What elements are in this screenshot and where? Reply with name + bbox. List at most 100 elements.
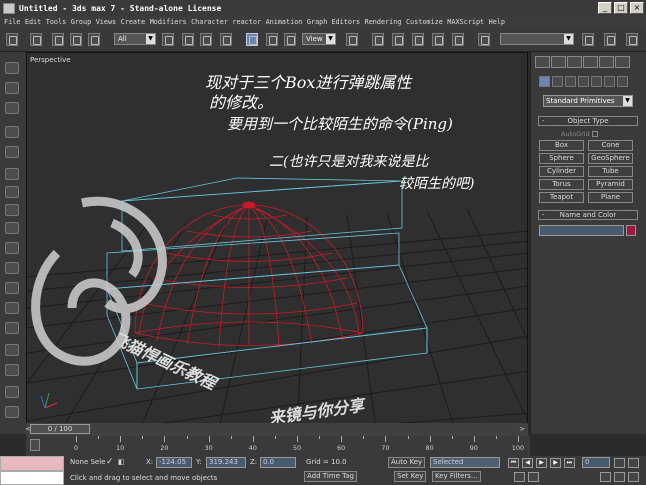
tool-icon-13[interactable]: [5, 302, 19, 314]
play-icon[interactable]: ▶: [536, 458, 547, 468]
tool-icon-5[interactable]: [5, 146, 19, 158]
name-and-color-rollout[interactable]: - Name and Color: [538, 210, 638, 220]
key-filters-button[interactable]: Key Filters...: [432, 471, 481, 482]
open-mini-curve-editor-icon[interactable]: [30, 439, 40, 451]
set-key-button[interactable]: Set Key: [394, 471, 427, 482]
menu-file[interactable]: File: [4, 18, 20, 26]
menu-customize[interactable]: Customize: [406, 18, 443, 26]
reference-coordinate-dropdown[interactable]: View ▼: [302, 33, 336, 45]
tool-icon-9[interactable]: [5, 222, 19, 234]
selection-filter-dropdown[interactable]: All ▼: [114, 33, 156, 45]
motion-tab-icon[interactable]: [583, 56, 598, 68]
time-configuration-icon[interactable]: [528, 472, 539, 482]
object-name-field[interactable]: [539, 225, 624, 236]
named-selection-icon[interactable]: [478, 33, 490, 46]
y-coordinate-field[interactable]: 319.243: [206, 457, 246, 468]
key-mode-toggle-icon[interactable]: [514, 472, 525, 482]
percent-snap-icon[interactable]: [432, 33, 444, 46]
bind-spacewarp-icon[interactable]: [88, 33, 100, 46]
select-by-name-icon[interactable]: [182, 33, 194, 46]
rectangular-selection-icon[interactable]: [200, 33, 212, 46]
unlink-icon[interactable]: [70, 33, 82, 46]
object-color-swatch[interactable]: [626, 225, 636, 236]
zoom-icon[interactable]: [614, 458, 625, 468]
menu-tools[interactable]: Tools: [46, 18, 66, 26]
tool-icon-1[interactable]: [5, 62, 19, 74]
geometry-icon[interactable]: [539, 76, 550, 87]
arc-rotate-icon[interactable]: [628, 472, 639, 482]
menu-maxscript[interactable]: MAXScript: [447, 18, 484, 26]
undo-icon[interactable]: [6, 33, 18, 46]
zoom-extents-icon[interactable]: [600, 472, 611, 482]
menu-views[interactable]: Views: [96, 18, 116, 26]
systems-icon[interactable]: [617, 76, 628, 87]
tool-icon-11[interactable]: [5, 262, 19, 274]
window-crossing-icon[interactable]: [220, 33, 232, 46]
menu-character[interactable]: Character: [191, 18, 228, 26]
mirror-icon[interactable]: [582, 33, 594, 46]
prev-frame-icon[interactable]: <: [24, 424, 32, 434]
zoom-all-icon[interactable]: [628, 458, 639, 468]
redo-icon[interactable]: [30, 33, 42, 46]
tool-icon-6[interactable]: [5, 168, 19, 180]
tool-icon-18[interactable]: [5, 406, 19, 418]
tool-icon-2[interactable]: [5, 82, 19, 94]
link-icon[interactable]: [52, 33, 64, 46]
auto-key-button[interactable]: Auto Key: [388, 457, 426, 468]
cone-button[interactable]: Cone: [588, 140, 633, 151]
menu-reactor[interactable]: reactor: [232, 18, 261, 26]
tool-icon-17[interactable]: [5, 386, 19, 398]
tool-icon-8[interactable]: [5, 204, 19, 216]
hierarchy-tab-icon[interactable]: [567, 56, 582, 68]
spacewarps-icon[interactable]: [604, 76, 615, 87]
current-frame-field[interactable]: 0: [582, 457, 610, 468]
perspective-viewport[interactable]: Perspective 现对于三个Box进行弹跳属性 的修改。 要用到一个比较陌…: [26, 52, 528, 436]
torus-button[interactable]: Torus: [539, 179, 584, 190]
teapot-button[interactable]: Teapot: [539, 192, 584, 203]
tool-icon-7[interactable]: [5, 186, 19, 198]
modify-tab-icon[interactable]: [551, 56, 566, 68]
viewport-label[interactable]: Perspective: [30, 56, 71, 64]
cameras-icon[interactable]: [578, 76, 589, 87]
x-coordinate-field[interactable]: -124.05: [156, 457, 192, 468]
spinner-snap-icon[interactable]: [452, 33, 464, 46]
add-time-tag-button[interactable]: Add Time Tag: [304, 471, 357, 482]
menu-edit[interactable]: Edit: [25, 18, 41, 26]
menu-rendering[interactable]: Rendering: [365, 18, 402, 26]
go-to-end-icon[interactable]: ⏭: [564, 458, 575, 468]
pyramid-button[interactable]: Pyramid: [588, 179, 633, 190]
app-icon[interactable]: [3, 2, 15, 14]
helpers-icon[interactable]: [591, 76, 602, 87]
maxscript-listener[interactable]: [0, 456, 64, 471]
select-and-manipulate-icon[interactable]: [372, 33, 384, 46]
pan-view-icon[interactable]: [614, 472, 625, 482]
tool-icon-3[interactable]: [5, 102, 19, 114]
angle-snap-icon[interactable]: [412, 33, 424, 46]
menu-help[interactable]: Help: [489, 18, 505, 26]
select-object-icon[interactable]: [162, 33, 174, 46]
maxscript-output[interactable]: [0, 471, 64, 485]
tube-button[interactable]: Tube: [588, 166, 633, 177]
absolute-mode-icon[interactable]: ◧: [118, 458, 125, 466]
layer-manager-icon[interactable]: [626, 33, 638, 46]
box-button[interactable]: Box: [539, 140, 584, 151]
display-tab-icon[interactable]: [599, 56, 614, 68]
pivot-center-icon[interactable]: [346, 33, 358, 46]
plane-button[interactable]: Plane: [588, 192, 633, 203]
sphere-button[interactable]: Sphere: [539, 153, 584, 164]
maximize-button[interactable]: □: [614, 2, 628, 14]
select-and-move-icon[interactable]: [246, 33, 258, 46]
menu-graph-editors[interactable]: Graph Editors: [307, 18, 360, 26]
autogrid-checkbox[interactable]: AutoGrid: [561, 130, 598, 138]
next-frame-icon[interactable]: >: [518, 424, 526, 434]
minimize-button[interactable]: _: [598, 2, 612, 14]
tool-icon-10[interactable]: [5, 242, 19, 254]
track-bar[interactable]: 0 10 20 30 40 50 60 70 80 90 100: [74, 436, 524, 456]
previous-frame-icon[interactable]: ◀: [522, 458, 533, 468]
snap-toggle-icon[interactable]: [392, 33, 404, 46]
tool-icon-15[interactable]: [5, 344, 19, 356]
align-icon[interactable]: [604, 33, 616, 46]
close-button[interactable]: ×: [630, 2, 644, 14]
primitive-type-dropdown[interactable]: Standard Primitives ▼: [543, 95, 633, 107]
next-key-icon[interactable]: ▶: [550, 458, 561, 468]
